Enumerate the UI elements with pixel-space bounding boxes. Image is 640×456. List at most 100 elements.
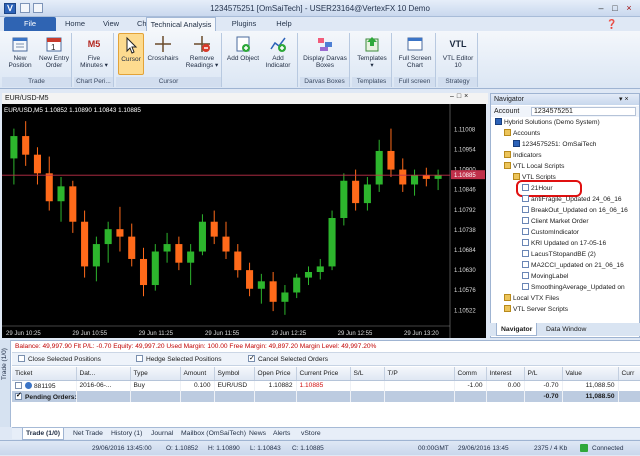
undo-quick-icon[interactable]	[33, 3, 43, 13]
script-icon	[522, 228, 529, 235]
five-minutes-button[interactable]: M5 Five Minutes ▾	[77, 33, 111, 75]
trade-side-tab[interactable]: Trade (1/0)	[0, 340, 11, 427]
column-header[interactable]: Dat...	[76, 367, 131, 381]
ribbon: New Position 1 New Entry Order Trade M5 …	[0, 31, 640, 89]
time-tick-label: 29 Jun 11:25	[139, 331, 174, 337]
bottom-tab[interactable]: vStore	[298, 428, 324, 440]
column-header[interactable]: Curr	[618, 367, 640, 381]
column-header[interactable]: Interest	[486, 367, 525, 381]
bottom-tab[interactable]: Journal	[148, 428, 176, 440]
account-field[interactable]: 1234575251	[531, 107, 636, 116]
close-selected-checkbox[interactable]	[18, 355, 25, 362]
vtl-editor-button[interactable]: VTL VTL Editor 10	[441, 33, 475, 75]
tree-item[interactable]: antiFragile_Updated 24_06_16	[522, 195, 622, 204]
bottom-tab[interactable]: History (1)	[108, 428, 145, 440]
pin-close-icon[interactable]: ▾×	[619, 95, 631, 103]
column-header[interactable]: Symbol	[214, 367, 255, 381]
column-header[interactable]: T/P	[384, 367, 455, 381]
tree-item[interactable]: LacusTStopandBE (2)	[522, 250, 596, 259]
group-trade-label: Trade	[2, 77, 71, 87]
cancel-selected-orders[interactable]: Cancel Selected Orders	[248, 353, 328, 365]
price-tick-label: 1.10954	[454, 147, 476, 153]
column-header[interactable]: Open Price	[254, 367, 297, 381]
tree-item[interactable]: Hybrid Solutions (Demo System)	[495, 118, 600, 127]
tree-item[interactable]: CustomIndicator	[522, 228, 579, 237]
tab-technical-analysis[interactable]: Technical Analysis	[146, 17, 216, 31]
row-checkbox[interactable]	[15, 381, 22, 389]
tab-view[interactable]: View	[96, 17, 126, 31]
status-timezone: 00:00GMT	[418, 445, 449, 452]
pending-checkbox[interactable]	[15, 391, 22, 400]
column-header[interactable]: Type	[130, 367, 181, 381]
candle-body	[116, 229, 124, 237]
column-header[interactable]: Value	[562, 367, 619, 381]
tree-item[interactable]: VTL Local Scripts	[504, 162, 564, 171]
tree-item[interactable]: MovingLabel	[522, 272, 568, 281]
candle-body	[363, 184, 371, 204]
group-trade: New Position 1 New Entry Order Trade	[2, 33, 72, 87]
status-high: H: 1.10890	[208, 445, 240, 452]
new-entry-order-button[interactable]: 1 New Entry Order	[37, 33, 71, 75]
new-position-button[interactable]: New Position	[4, 33, 36, 75]
save-quick-icon[interactable]	[20, 3, 30, 13]
chart-window-title[interactable]: EUR/USD-M5	[2, 93, 488, 104]
table-header: Ticket Dat... Type Amount Symbol Open Price Cu…	[12, 367, 640, 381]
bottom-tab[interactable]: Net Trade	[70, 428, 106, 440]
tab-file[interactable]: File	[4, 17, 56, 31]
column-header[interactable]: S/L	[350, 367, 385, 381]
hedge-selected-checkbox[interactable]	[136, 355, 143, 362]
cancel-selected-checkbox[interactable]	[248, 353, 255, 364]
folder-icon	[504, 151, 511, 158]
hedge-selected-positions[interactable]: Hedge Selected Positions	[136, 354, 222, 365]
tree-item[interactable]: BreakOut_Updated on 16_06_16	[522, 206, 628, 215]
tree-item[interactable]: Local VTX Files	[504, 294, 559, 303]
app-logo-icon[interactable]: Ⅴ	[4, 3, 16, 14]
column-header[interactable]: Amount	[180, 367, 215, 381]
tab-data-window[interactable]: Data Window	[542, 323, 590, 336]
cursor-button[interactable]: Cursor	[118, 33, 144, 75]
cell-symbol: EUR/USD	[217, 382, 248, 390]
tree-item[interactable]: SmoothingAverage_Updated on	[522, 283, 625, 292]
display-darvas-boxes-button[interactable]: Display Darvas Boxes	[303, 33, 347, 75]
help-icon[interactable]: ❓	[606, 19, 617, 30]
chart-window-controls-icon[interactable]: –□×	[450, 93, 471, 100]
add-object-button[interactable]: Add Object	[226, 33, 260, 75]
bottom-tab[interactable]: Alerts	[270, 428, 293, 440]
tree-item[interactable]: VTL Server Scripts	[504, 305, 568, 314]
full-screen-icon	[406, 35, 424, 53]
remove-readings-button[interactable]: Remove Readings ▾	[183, 33, 221, 75]
tree-item[interactable]: Accounts	[504, 129, 540, 138]
candlestick-chart[interactable]: 1.110081.109541.109001.108461.107921.107…	[2, 104, 486, 338]
column-header[interactable]: Ticket	[12, 367, 77, 381]
add-indicator-button[interactable]: Add Indicator	[261, 33, 295, 75]
crosshairs-button[interactable]: Crosshairs	[146, 33, 180, 75]
bottom-tab[interactable]: Trade (1/0)	[22, 428, 64, 440]
column-header[interactable]: Current Price	[296, 367, 351, 381]
templates-button[interactable]: Templates ▾	[355, 33, 389, 75]
price-chart[interactable]: 1.110081.109541.109001.108461.107921.107…	[2, 104, 486, 338]
pending-orders-row[interactable]: Pending Orders: -0.70 11,088.50	[12, 391, 640, 402]
tree-item[interactable]: Client Market Order	[522, 217, 589, 226]
full-screen-chart-button[interactable]: Full Screen Chart	[397, 33, 433, 75]
tab-navigator[interactable]: Navigator	[496, 323, 538, 336]
tree-item[interactable]: Indicators	[504, 151, 542, 160]
current-price-label: 1.10885	[454, 173, 476, 179]
tab-help[interactable]: Help	[270, 17, 298, 31]
maximize-button[interactable]: □	[608, 2, 622, 14]
dropdown-arrow-icon: ▾	[215, 62, 219, 69]
bottom-tab[interactable]: News	[246, 428, 269, 440]
table-row[interactable]: 881195 2016-06-... Buy 0.100 EUR/USD 1.10882 1…	[12, 380, 640, 391]
cell-current: 1.10885	[299, 382, 324, 390]
column-header[interactable]: P/L	[524, 367, 563, 381]
price-tick-label: 1.10576	[454, 288, 476, 294]
tab-plugins[interactable]: Plugins	[226, 17, 262, 31]
close-button[interactable]: ×	[622, 2, 636, 14]
tree-item[interactable]: 1234575251: OmSaiTech	[513, 140, 596, 149]
tree-item[interactable]: KRI Updated on 17-05-16	[522, 239, 606, 248]
column-header[interactable]: Comm	[454, 367, 487, 381]
close-selected-positions[interactable]: Close Selected Positions	[18, 354, 101, 365]
tree-item[interactable]: MA2CCI_updated on 21_06_16	[522, 261, 624, 270]
tab-home[interactable]: Home	[60, 17, 90, 31]
minimize-button[interactable]: –	[594, 2, 608, 14]
bottom-tab[interactable]: Mailbox (OmSaiTech)	[178, 428, 249, 440]
